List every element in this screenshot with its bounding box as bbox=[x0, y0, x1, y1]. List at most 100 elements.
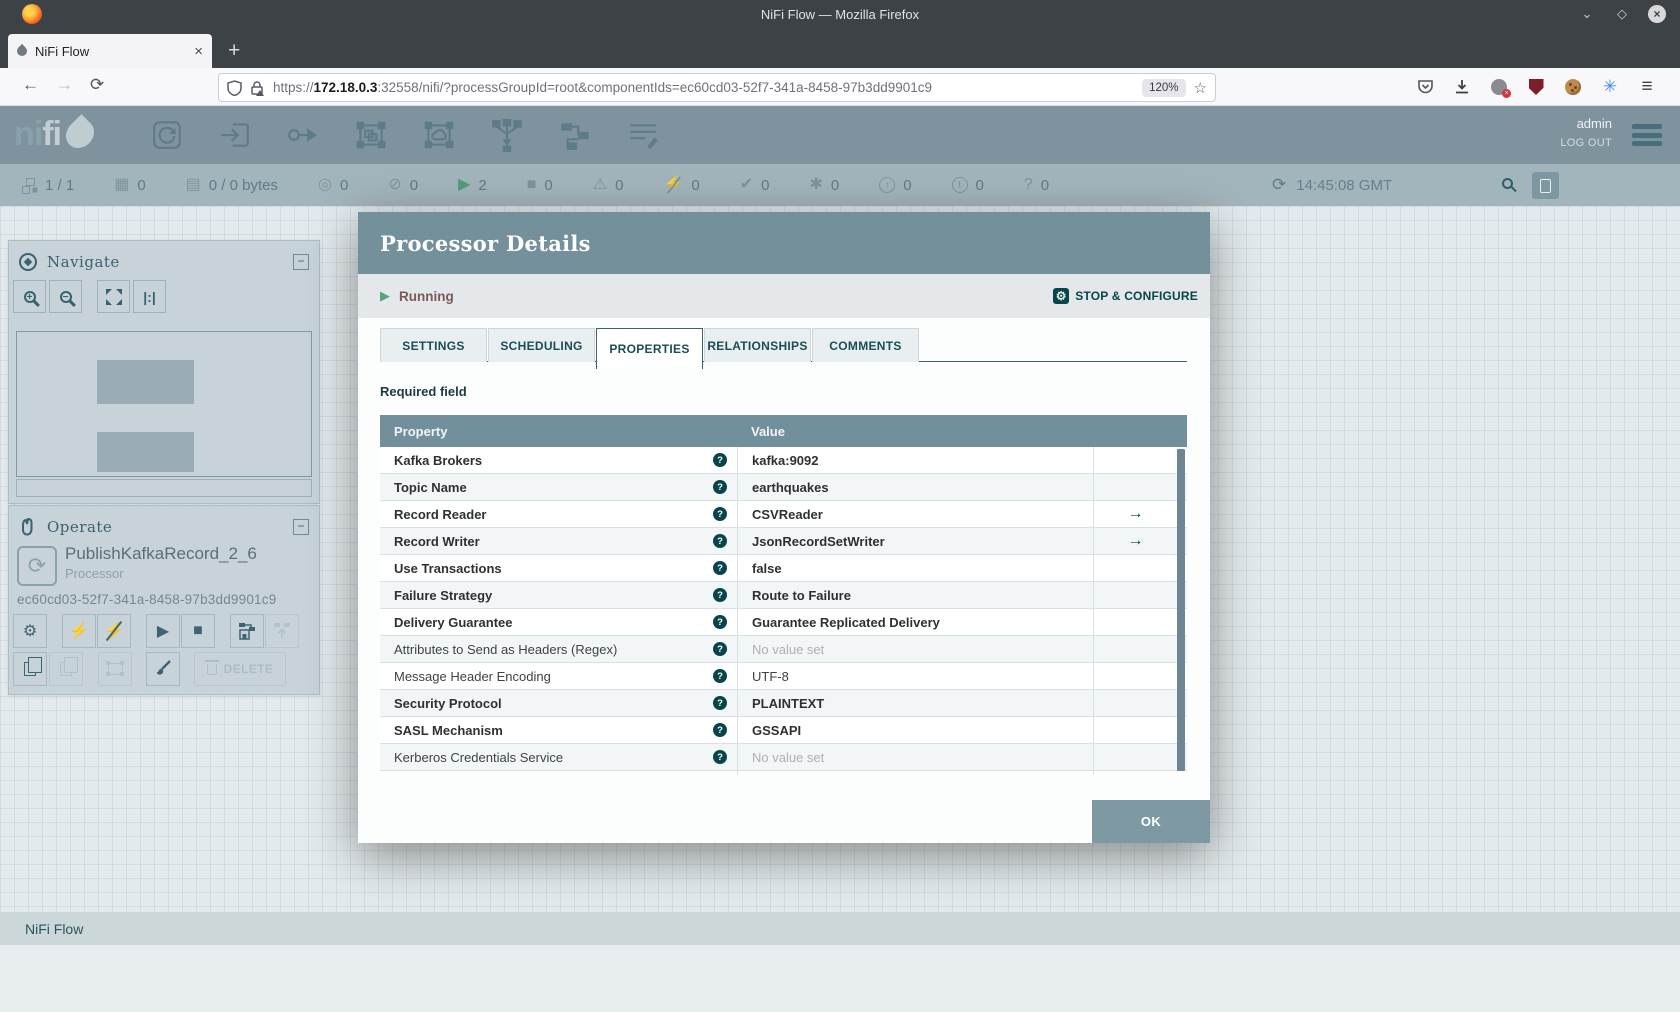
queued-icon: ▤ bbox=[185, 176, 201, 193]
stop-and-configure-button[interactable]: ⚙ STOP & CONFIGURE bbox=[1053, 288, 1198, 304]
breadcrumb-root[interactable]: NiFi Flow bbox=[25, 921, 83, 937]
help-icon[interactable]: ? bbox=[713, 507, 727, 521]
help-icon[interactable]: ? bbox=[713, 453, 727, 467]
extension-asterisk-icon[interactable]: ✳ bbox=[1601, 77, 1619, 96]
zoom-level-badge[interactable]: 120% bbox=[1142, 78, 1186, 97]
download-icon[interactable] bbox=[1453, 78, 1471, 96]
property-value: PLAINTEXT bbox=[752, 695, 825, 711]
footer-strip bbox=[0, 945, 1680, 1012]
ublock-shield-icon[interactable] bbox=[1527, 78, 1545, 96]
tab-close-icon[interactable]: × bbox=[194, 43, 203, 60]
group-button[interactable] bbox=[98, 652, 132, 686]
back-button[interactable]: ← bbox=[22, 75, 39, 95]
property-row: Attributes to Send as Headers (Regex)? No… bbox=[380, 636, 1187, 663]
bookmark-star-icon[interactable]: ☆ bbox=[1194, 79, 1207, 97]
refresh-icon[interactable]: ⟳ bbox=[1272, 175, 1286, 195]
goto-service-arrow-icon[interactable]: → bbox=[1128, 505, 1144, 523]
zoom-in-button[interactable]: + bbox=[13, 280, 46, 313]
no-transmit-icon: ⊘ bbox=[388, 176, 402, 193]
new-tab-button[interactable]: + bbox=[228, 39, 240, 63]
properties-table-rows: Kafka Brokers? kafka:9092 Topic Name? earth… bbox=[380, 447, 1187, 775]
collapse-operate-icon[interactable]: − bbox=[293, 519, 309, 535]
remote-process-group-component-icon[interactable] bbox=[422, 118, 456, 152]
zoom-fit-button[interactable] bbox=[97, 280, 130, 313]
browser-tabbar: NiFi Flow × + bbox=[0, 28, 1680, 68]
dialog-tab-comments[interactable]: COMMENTS bbox=[812, 328, 919, 362]
firefox-menu-icon[interactable]: ≡ bbox=[1638, 76, 1656, 97]
search-icon[interactable] bbox=[1502, 176, 1513, 194]
birdseye-minimap[interactable] bbox=[16, 331, 312, 477]
start-button[interactable]: ▶ bbox=[146, 614, 180, 648]
help-icon[interactable]: ? bbox=[713, 669, 727, 683]
label-component-icon[interactable] bbox=[626, 118, 660, 152]
pocket-icon[interactable] bbox=[1416, 78, 1434, 96]
help-icon[interactable]: ? bbox=[713, 696, 727, 710]
global-menu-icon[interactable] bbox=[1632, 124, 1662, 146]
help-icon[interactable]: ? bbox=[713, 561, 727, 575]
delete-button[interactable]: DELETE bbox=[194, 652, 286, 686]
dialog-tab-relationships[interactable]: RELATIONSHIPS bbox=[704, 328, 811, 362]
status-running-count: 2 bbox=[478, 176, 487, 194]
identity-mask-icon[interactable] bbox=[1490, 78, 1511, 98]
help-icon[interactable]: ? bbox=[713, 615, 727, 629]
create-template-button[interactable] bbox=[230, 614, 264, 648]
lock-warning-icon[interactable] bbox=[250, 80, 265, 96]
template-component-icon[interactable] bbox=[558, 118, 592, 152]
window-maximize-icon[interactable]: ◇ bbox=[1613, 5, 1631, 23]
cookie-icon[interactable] bbox=[1564, 78, 1582, 96]
help-icon[interactable]: ? bbox=[713, 750, 727, 764]
enable-button[interactable]: ⚡ bbox=[62, 614, 96, 648]
change-color-button[interactable] bbox=[146, 652, 180, 686]
status-locally-modified: ✱ 0 bbox=[809, 177, 839, 194]
url-bar[interactable]: https://172.18.0.3:32558/nifi/?processGr… bbox=[218, 73, 1216, 102]
property-name: SASL Mechanism bbox=[394, 722, 503, 738]
paste-button[interactable] bbox=[49, 652, 83, 686]
help-icon[interactable]: ? bbox=[713, 723, 727, 737]
property-column-header: Property bbox=[394, 423, 448, 439]
operate-panel-title: Operate bbox=[47, 518, 113, 536]
window-minimize-icon[interactable]: ⌄ bbox=[1578, 5, 1596, 23]
status-disabled-count: 0 bbox=[691, 176, 700, 194]
property-row: Use Transactions? false bbox=[380, 555, 1187, 582]
dialog-tab-scheduling[interactable]: SCHEDULING bbox=[488, 328, 595, 362]
bulletin-panel-button[interactable] bbox=[1532, 172, 1559, 199]
process-group-component-icon[interactable] bbox=[354, 118, 388, 152]
reload-button[interactable]: ⟳ bbox=[90, 75, 104, 95]
property-value: CSVReader bbox=[752, 506, 823, 522]
logout-link[interactable]: LOG OUT bbox=[1560, 137, 1612, 149]
collapse-navigate-icon[interactable]: − bbox=[293, 254, 309, 270]
goto-service-arrow-icon[interactable]: → bbox=[1128, 532, 1144, 550]
zoom-actual-size-button[interactable]: |:| bbox=[133, 280, 166, 313]
birdseye-footer bbox=[16, 479, 312, 497]
dialog-tab-settings[interactable]: SETTINGS bbox=[380, 328, 487, 362]
ok-button[interactable]: OK bbox=[1092, 800, 1210, 843]
configure-button[interactable]: ⚙ bbox=[13, 614, 47, 648]
upload-template-button[interactable] bbox=[265, 614, 299, 648]
run-status-label: Running bbox=[399, 288, 454, 304]
status-stopped-count: 0 bbox=[544, 176, 553, 194]
operate-panel: Operate − ⟳ PublishKafkaRecord_2_6 Proce… bbox=[8, 505, 320, 695]
zoom-out-button[interactable]: − bbox=[49, 280, 82, 313]
funnel-component-icon[interactable] bbox=[490, 118, 524, 152]
value-column-header: Value bbox=[751, 423, 785, 439]
help-icon[interactable]: ? bbox=[713, 588, 727, 602]
window-close-icon[interactable]: × bbox=[1648, 5, 1666, 23]
window-title: NiFi Flow — Mozilla Firefox bbox=[760, 6, 920, 22]
property-value: Guarantee Replicated Delivery bbox=[752, 614, 940, 630]
help-icon[interactable]: ? bbox=[713, 480, 727, 494]
copy-button[interactable] bbox=[13, 652, 47, 686]
input-port-component-icon[interactable] bbox=[218, 118, 252, 152]
forward-button[interactable]: → bbox=[56, 75, 73, 95]
table-scrollbar[interactable] bbox=[1177, 449, 1185, 771]
output-port-component-icon[interactable] bbox=[286, 118, 320, 152]
stop-button[interactable]: ■ bbox=[181, 614, 215, 648]
shield-icon[interactable] bbox=[227, 79, 242, 96]
processor-component-icon[interactable] bbox=[150, 118, 184, 152]
status-sync-failure: ? 0 bbox=[1024, 177, 1049, 194]
help-icon[interactable]: ? bbox=[713, 534, 727, 548]
disable-button[interactable]: ⚡ bbox=[97, 614, 131, 648]
help-icon[interactable]: ? bbox=[713, 642, 727, 656]
property-row: Topic Name? earthquakes bbox=[380, 474, 1187, 501]
browser-tab[interactable]: NiFi Flow × bbox=[8, 34, 212, 68]
dialog-tab-properties[interactable]: PROPERTIES bbox=[596, 328, 703, 369]
